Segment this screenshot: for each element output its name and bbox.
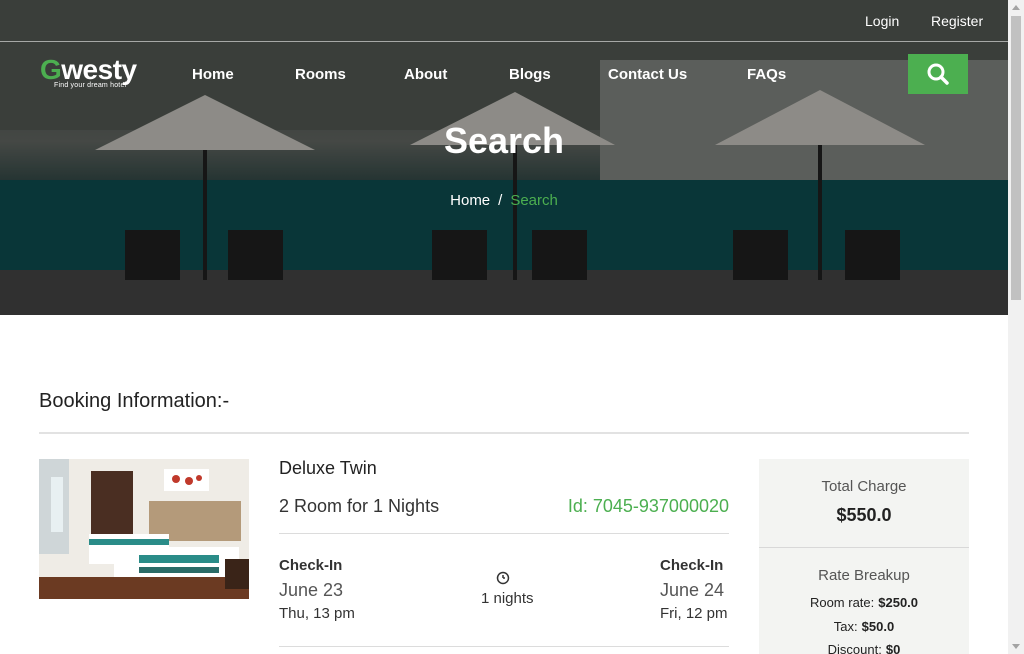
booking-divider (279, 533, 729, 534)
tax-value: $50.0 (861, 619, 895, 634)
checkin-left-label: Check-In (279, 557, 343, 574)
section-divider (39, 432, 969, 434)
room-image[interactable] (39, 459, 249, 599)
nav-home[interactable]: Home (192, 66, 234, 83)
charge-summary: Total Charge $550.0 Rate Breakup Room ra… (759, 459, 969, 654)
logo-word: westy (61, 54, 137, 85)
checkin-right-date: June 24 (660, 580, 725, 600)
register-link[interactable]: Register (931, 13, 983, 29)
checkin-left-date: June 23 (279, 580, 344, 600)
total-charge-value: $550.0 (836, 505, 892, 525)
checkin-right-label: Check-In (660, 557, 724, 574)
discount-label: Discount: (827, 642, 882, 654)
clock-icon (496, 571, 510, 585)
discount-row: Discount: $0 (759, 642, 969, 654)
breadcrumb: Home / Search (0, 192, 1008, 209)
room-rate-label: Room rate: (809, 595, 875, 610)
total-charge-label: Total Charge (821, 478, 907, 495)
scroll-down-arrow[interactable] (1012, 644, 1020, 649)
page-title: Search (443, 120, 565, 161)
charge-divider (759, 547, 969, 548)
checkin-left-day: Thu, 13 pm (279, 605, 355, 622)
checkin-right-day: Fri, 12 pm (660, 605, 728, 622)
nav-blogs[interactable]: Blogs (509, 66, 551, 83)
search-icon (927, 63, 949, 85)
nights-count: 1 nights (481, 590, 534, 607)
scrollbar-thumb[interactable] (1011, 16, 1021, 300)
tax-label: Tax: (833, 619, 858, 634)
booking-divider-bottom (279, 646, 729, 647)
room-rate-value: $250.0 (878, 595, 919, 610)
login-link[interactable]: Login (865, 13, 899, 29)
logo-letter: G (40, 54, 62, 85)
discount-value: $0 (885, 642, 901, 654)
nav-contact-us[interactable]: Contact Us (608, 66, 687, 83)
scroll-up-arrow[interactable] (1012, 5, 1020, 10)
room-rate-row: Room rate: $250.0 (759, 595, 969, 610)
tax-row: Tax: $50.0 (759, 619, 969, 634)
breadcrumb-separator: / (498, 192, 503, 209)
booking-id: Id: 7045-937000020 (567, 496, 729, 516)
search-button[interactable] (908, 54, 968, 94)
rate-breakup-label: Rate Breakup (818, 567, 910, 584)
top-bar: Login Register (0, 0, 1008, 42)
room-count: 2 Room for 1 Nights (279, 496, 440, 516)
logo[interactable]: Gwesty Find your dream hotel (40, 54, 137, 90)
logo-tagline: Find your dream hotel (54, 82, 127, 89)
breadcrumb-current: Search (510, 192, 558, 209)
nav-about[interactable]: About (404, 66, 447, 83)
section-title: Booking Information:- (39, 390, 230, 412)
room-name: Deluxe Twin (279, 458, 377, 478)
nav-rooms[interactable]: Rooms (295, 66, 346, 83)
breadcrumb-home[interactable]: Home (450, 192, 490, 209)
nav-faqs[interactable]: FAQs (747, 66, 786, 83)
page-scrollbar[interactable] (1008, 0, 1024, 654)
